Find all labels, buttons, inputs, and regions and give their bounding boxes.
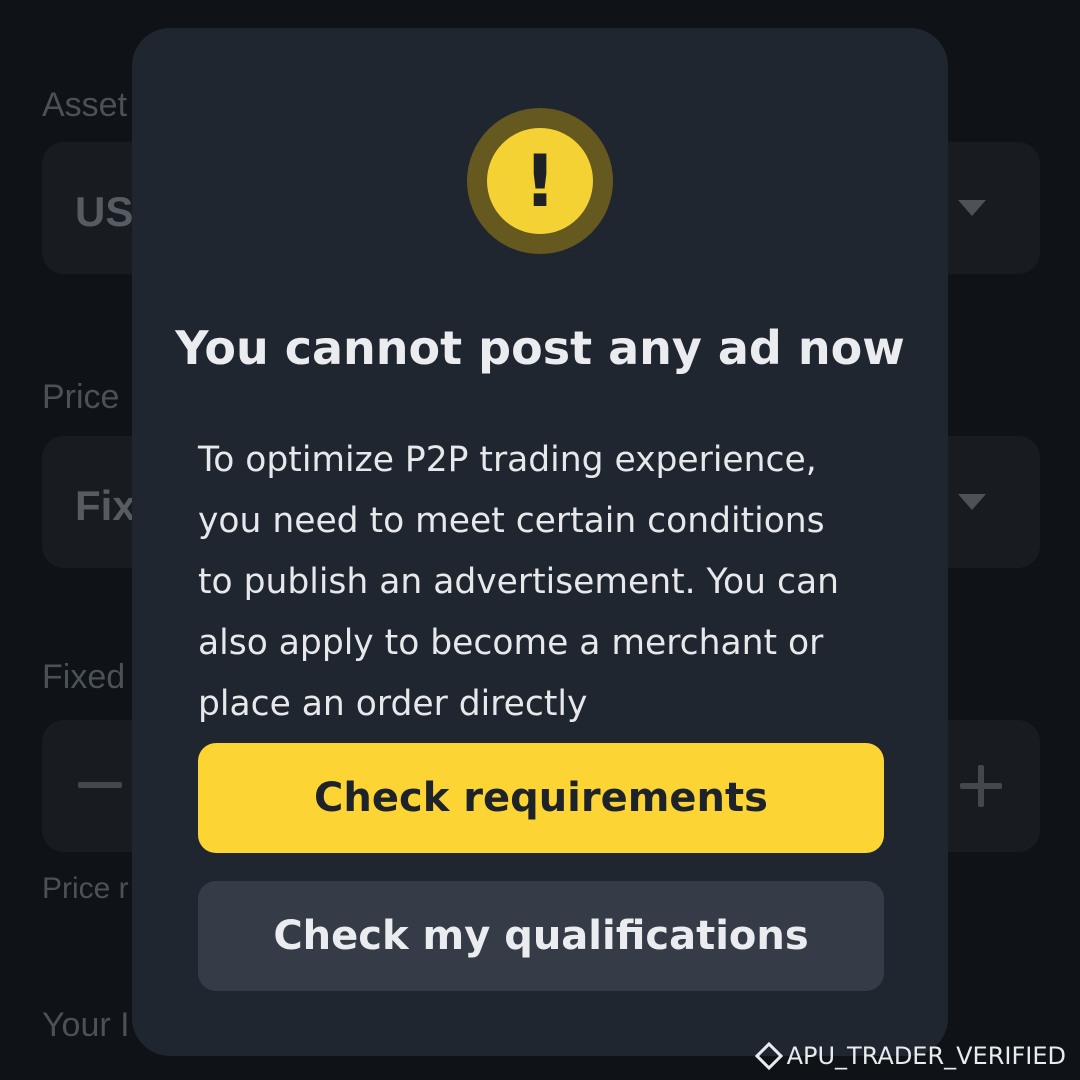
minus-icon[interactable] — [78, 782, 122, 788]
cannot-post-ad-dialog: ! You cannot post any ad now To optimize… — [132, 28, 948, 1056]
price-type-select-value: Fix — [75, 482, 136, 529]
exclamation-mark: ! — [523, 139, 557, 223]
your-label: Your I — [42, 1006, 130, 1044]
check-requirements-button[interactable]: Check requirements — [198, 743, 884, 853]
watermark-text: APU_TRADER_VERIFIED — [786, 1042, 1066, 1070]
price-type-label: Price — [42, 378, 120, 416]
dialog-message: To optimize P2P trading experience, you … — [198, 430, 888, 735]
warning-icon-ring: ! — [467, 108, 613, 254]
fixed-price-label: Fixed — [42, 658, 126, 696]
dialog-message-line: also apply to become a merchant or — [198, 623, 824, 663]
screen: Asset US Price Fix Fixed Price r Your I … — [0, 0, 1080, 1080]
dialog-title: You cannot post any ad now — [175, 321, 905, 375]
dialog-message-line: To optimize P2P trading experience, — [198, 440, 817, 480]
dialog-message-line: to publish an advertisement. You can — [198, 562, 839, 602]
price-note: Price r — [42, 872, 129, 905]
exclamation-warning-icon: ! — [487, 128, 593, 234]
asset-select-value: US — [75, 188, 134, 235]
price-type-chevron-down-icon — [958, 494, 986, 510]
asset-label: Asset — [42, 86, 128, 124]
dialog-message-line: you need to meet certain conditions — [198, 501, 825, 541]
watermark: APU_TRADER_VERIFIED — [754, 1041, 1066, 1071]
check-qualifications-button[interactable]: Check my qualifications — [198, 881, 884, 991]
binance-logo-icon — [754, 1041, 783, 1071]
dialog-message-line: place an order directly — [198, 684, 588, 724]
asset-chevron-down-icon — [958, 200, 986, 216]
plus-icon[interactable] — [960, 765, 1002, 807]
